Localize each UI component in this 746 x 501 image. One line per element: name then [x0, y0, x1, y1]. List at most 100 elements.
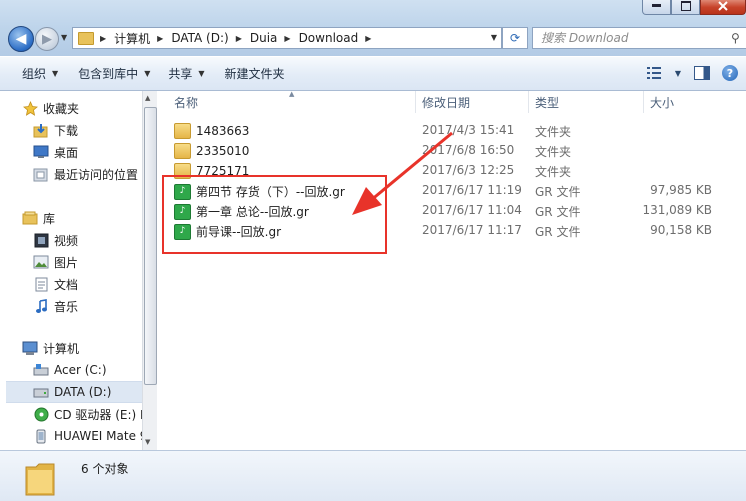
breadcrumb-label: DATA (D:) [171, 31, 229, 45]
computer-icon [22, 340, 38, 356]
refresh-button[interactable]: ⟳ [502, 27, 528, 49]
nav-drive-c[interactable]: Acer (C:) [33, 359, 107, 381]
search-icon[interactable]: ⚲ [731, 31, 740, 45]
maximize-icon [680, 0, 691, 11]
close-button[interactable] [700, 0, 746, 15]
chevron-right-icon: ▶ [157, 33, 164, 43]
file-size: 90,158 KB [650, 223, 712, 237]
nav-favorite-downloads[interactable]: 下载 [33, 119, 78, 141]
file-date: 2017/6/17 11:17 [422, 223, 522, 237]
folder-icon [25, 463, 55, 496]
back-button[interactable]: ◀ [8, 26, 34, 52]
nav-library-music[interactable]: 音乐 [33, 295, 78, 317]
nav-drive-e[interactable]: CD 驱动器 (E:) H [33, 403, 142, 425]
preview-pane-button[interactable] [692, 63, 712, 83]
chevron-down-icon: ▼ [144, 69, 151, 78]
hard-drive-icon [33, 362, 49, 378]
file-type: 文件夹 [535, 125, 572, 139]
star-icon [22, 100, 38, 116]
column-header-type[interactable]: 类型 [535, 91, 559, 113]
breadcrumb-data-drive[interactable]: DATA (D:) ▶ [167, 28, 246, 48]
file-type: 文件夹 [535, 145, 572, 159]
maximize-button[interactable] [671, 0, 700, 15]
hard-drive-icon [33, 384, 49, 400]
nav-library-pictures[interactable]: 图片 [33, 251, 78, 273]
back-arrow-icon: ◀ [15, 31, 27, 47]
breadcrumb-root-arrow[interactable]: ▶ [94, 28, 110, 48]
search-input[interactable] [541, 31, 731, 45]
view-details-icon [647, 67, 661, 79]
nav-device-huawei[interactable]: HUAWEI Mate 9 [33, 425, 142, 447]
view-options-dropdown[interactable]: ▼ [672, 63, 684, 83]
new-folder-button[interactable]: 新建文件夹 [217, 62, 293, 86]
organize-button[interactable]: 组织 ▼ [14, 62, 66, 86]
scroll-up-arrow[interactable]: ▲ [145, 94, 150, 102]
column-label: 修改日期 [422, 95, 471, 110]
share-label: 共享 [168, 67, 193, 81]
picture-library-icon [33, 254, 49, 270]
nav-favorite-recent-places[interactable]: 最近访问的位置 [33, 163, 138, 185]
breadcrumb-computer[interactable]: 计算机 ▶ [110, 28, 167, 48]
nav-favorites-label: 收藏夹 [43, 101, 80, 116]
file-size: 131,089 KB [642, 203, 712, 217]
include-in-library-label: 包含到库中 [78, 67, 139, 81]
file-type: GR 文件 [535, 225, 581, 239]
window-controls [642, 0, 746, 16]
chevron-right-icon: ▶ [365, 33, 372, 43]
file-type: GR 文件 [535, 185, 581, 199]
column-divider[interactable] [528, 91, 529, 113]
minimize-icon [652, 4, 661, 7]
column-label: 名称 [174, 95, 199, 110]
nav-item-label: 桌面 [54, 145, 79, 160]
documents-library-icon [33, 276, 49, 292]
share-button[interactable]: 共享 ▼ [160, 62, 212, 86]
recent-pages-dropdown[interactable]: ▼ [61, 33, 69, 42]
forward-arrow-icon: ▶ [42, 31, 52, 47]
forward-button[interactable]: ▶ [35, 27, 59, 51]
address-bar[interactable]: ▶ 计算机 ▶ DATA (D:) ▶ Duia ▶ Download ▶ ▼ [72, 27, 502, 49]
search-box[interactable]: ⚲ [532, 27, 746, 49]
help-icon: ? [722, 65, 738, 81]
nav-libraries-label: 库 [43, 211, 56, 226]
nav-item-label: DATA (D:) [54, 385, 112, 399]
column-divider[interactable] [643, 91, 644, 113]
library-icon [22, 210, 38, 226]
nav-pane-scrollbar[interactable]: ▲ ▼ [142, 91, 157, 450]
nav-computer[interactable]: 计算机 [22, 337, 79, 359]
breadcrumb-duia[interactable]: Duia ▶ [246, 28, 295, 48]
nav-library-documents[interactable]: 文档 [33, 273, 78, 295]
nav-item-label: 视频 [54, 233, 79, 248]
scrollbar-thumb[interactable] [144, 107, 157, 385]
music-note-icon [33, 298, 49, 314]
nav-libraries[interactable]: 库 [22, 207, 55, 229]
chevron-right-icon: ▶ [284, 33, 291, 43]
help-button[interactable]: ? [720, 63, 740, 83]
nav-favorites[interactable]: 收藏夹 [22, 97, 79, 119]
change-view-button[interactable] [644, 63, 664, 83]
chevron-right-icon: ▶ [235, 33, 242, 43]
nav-drive-d[interactable]: DATA (D:) [6, 381, 142, 403]
include-in-library-button[interactable]: 包含到库中 ▼ [70, 62, 158, 86]
nav-favorite-desktop[interactable]: 桌面 [33, 141, 78, 163]
nav-library-videos[interactable]: 视频 [33, 229, 78, 251]
column-divider[interactable] [415, 91, 416, 113]
breadcrumb-label: Duia [249, 31, 278, 45]
file-type: 文件夹 [535, 165, 572, 179]
nav-item-label: CD 驱动器 (E:) H [54, 407, 142, 422]
item-count: 6 个对象 [81, 462, 129, 476]
file-name-cell: 2335010 [174, 143, 249, 159]
file-name: 2335010 [196, 144, 250, 158]
breadcrumb-download[interactable]: Download ▶ [295, 28, 376, 48]
nav-item-label: 文档 [54, 277, 79, 292]
column-header-name[interactable]: 名称 [174, 91, 198, 113]
address-history-dropdown[interactable]: ▼ [491, 33, 497, 42]
minimize-button[interactable] [642, 0, 671, 15]
close-icon [718, 0, 728, 11]
column-header-date[interactable]: 修改日期 [422, 91, 470, 113]
scroll-down-arrow[interactable]: ▼ [145, 438, 150, 446]
cd-drive-icon [33, 406, 49, 422]
title-bar: ◀ ▶ ▼ ▶ 计算机 ▶ DATA (D:) ▶ Duia ▶ Download ▶ … [0, 0, 746, 56]
file-name: 1483663 [196, 124, 250, 138]
nav-item-label: 下载 [54, 123, 79, 138]
column-header-size[interactable]: 大小 [650, 91, 674, 113]
